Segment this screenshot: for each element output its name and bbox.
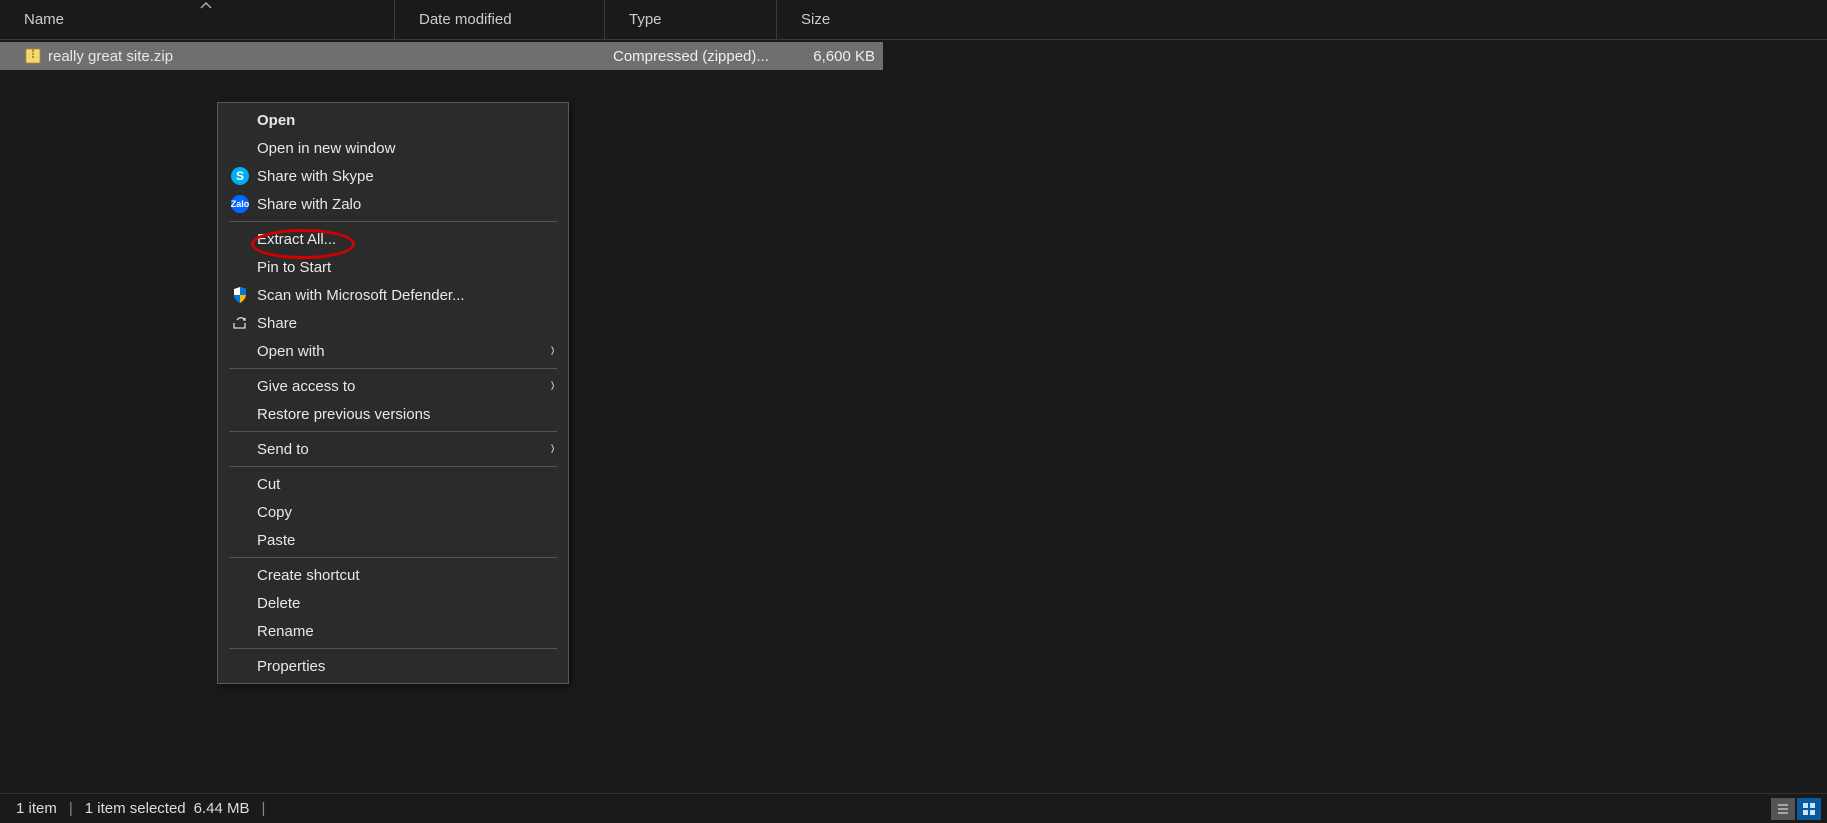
menu-share-skype-label: Share with Skype: [257, 168, 555, 185]
blank-icon: [229, 565, 251, 585]
blank-icon: [229, 110, 251, 130]
file-size: 6,600 KB: [777, 48, 883, 65]
menu-properties[interactable]: Properties: [219, 652, 567, 680]
menu-create-shortcut[interactable]: Create shortcut: [219, 561, 567, 589]
file-type: Compressed (zipped)...: [605, 48, 777, 65]
menu-copy-label: Copy: [257, 504, 555, 521]
status-size: 6.44 MB: [194, 800, 250, 817]
menu-delete[interactable]: Delete: [219, 589, 567, 617]
skype-icon: S: [229, 166, 251, 186]
menu-scan-defender-label: Scan with Microsoft Defender...: [257, 287, 555, 304]
blank-icon: [229, 474, 251, 494]
menu-send-to-label: Send to: [257, 441, 550, 458]
menu-open-with-label: Open with: [257, 343, 550, 360]
menu-open-new-window-label: Open in new window: [257, 140, 555, 157]
menu-separator: [229, 466, 557, 467]
file-row[interactable]: really great site.zip Compressed (zipped…: [0, 42, 883, 70]
blank-icon: [229, 138, 251, 158]
status-separator: |: [262, 800, 266, 817]
share-icon: [229, 313, 251, 333]
zip-file-icon: [24, 47, 42, 65]
view-thumbnails-button[interactable]: [1797, 798, 1821, 820]
status-separator: |: [69, 800, 73, 817]
menu-pin-start[interactable]: Pin to Start: [219, 253, 567, 281]
menu-separator: [229, 557, 557, 558]
menu-paste[interactable]: Paste: [219, 526, 567, 554]
blank-icon: [229, 530, 251, 550]
chevron-right-icon: ›: [550, 373, 554, 398]
blank-icon: [229, 229, 251, 249]
view-mode-toggles: [1771, 798, 1821, 820]
menu-share-skype[interactable]: S Share with Skype: [219, 162, 567, 190]
sort-indicator-icon: [200, 2, 214, 10]
context-menu: Open Open in new window S Share with Sky…: [217, 102, 569, 684]
menu-share[interactable]: Share: [219, 309, 567, 337]
file-name: really great site.zip: [48, 48, 173, 65]
menu-open-new-window[interactable]: Open in new window: [219, 134, 567, 162]
blank-icon: [229, 656, 251, 676]
menu-open-label: Open: [257, 112, 555, 129]
menu-give-access[interactable]: Give access to ›: [219, 372, 567, 400]
chevron-right-icon: ›: [550, 436, 554, 461]
menu-open-with[interactable]: Open with ›: [219, 337, 567, 365]
blank-icon: [229, 376, 251, 396]
menu-delete-label: Delete: [257, 595, 555, 612]
blank-icon: [229, 404, 251, 424]
zalo-icon: Zalo: [229, 194, 251, 214]
blank-icon: [229, 341, 251, 361]
blank-icon: [229, 621, 251, 641]
menu-cut-label: Cut: [257, 476, 555, 493]
menu-properties-label: Properties: [257, 658, 555, 675]
menu-separator: [229, 368, 557, 369]
file-list-area: really great site.zip Compressed (zipped…: [0, 42, 1827, 795]
menu-open[interactable]: Open: [219, 106, 567, 134]
menu-copy[interactable]: Copy: [219, 498, 567, 526]
menu-give-access-label: Give access to: [257, 378, 550, 395]
blank-icon: [229, 593, 251, 613]
view-details-button[interactable]: [1771, 798, 1795, 820]
menu-scan-defender[interactable]: Scan with Microsoft Defender...: [219, 281, 567, 309]
menu-rename[interactable]: Rename: [219, 617, 567, 645]
blank-icon: [229, 257, 251, 277]
column-header-type[interactable]: Type: [605, 0, 777, 39]
menu-restore-versions-label: Restore previous versions: [257, 406, 555, 423]
menu-separator: [229, 648, 557, 649]
status-item-count: 1 item: [16, 800, 57, 817]
status-bar: 1 item | 1 item selected 6.44 MB |: [0, 793, 1827, 823]
menu-create-shortcut-label: Create shortcut: [257, 567, 555, 584]
column-header-row: Name Date modified Type Size: [0, 0, 1827, 40]
blank-icon: [229, 502, 251, 522]
menu-rename-label: Rename: [257, 623, 555, 640]
menu-restore-versions[interactable]: Restore previous versions: [219, 400, 567, 428]
status-selection: 1 item selected: [85, 800, 186, 817]
menu-share-zalo-label: Share with Zalo: [257, 196, 555, 213]
column-header-date[interactable]: Date modified: [395, 0, 605, 39]
menu-send-to[interactable]: Send to ›: [219, 435, 567, 463]
defender-shield-icon: [229, 285, 251, 305]
menu-pin-start-label: Pin to Start: [257, 259, 555, 276]
blank-icon: [229, 439, 251, 459]
menu-separator: [229, 221, 557, 222]
menu-cut[interactable]: Cut: [219, 470, 567, 498]
menu-extract-all[interactable]: Extract All...: [219, 225, 567, 253]
chevron-right-icon: ›: [550, 338, 554, 363]
column-header-name[interactable]: Name: [0, 0, 395, 39]
menu-share-label: Share: [257, 315, 555, 332]
column-header-size[interactable]: Size: [777, 0, 887, 39]
menu-share-zalo[interactable]: Zalo Share with Zalo: [219, 190, 567, 218]
menu-extract-all-label: Extract All...: [257, 231, 555, 248]
menu-separator: [229, 431, 557, 432]
menu-paste-label: Paste: [257, 532, 555, 549]
